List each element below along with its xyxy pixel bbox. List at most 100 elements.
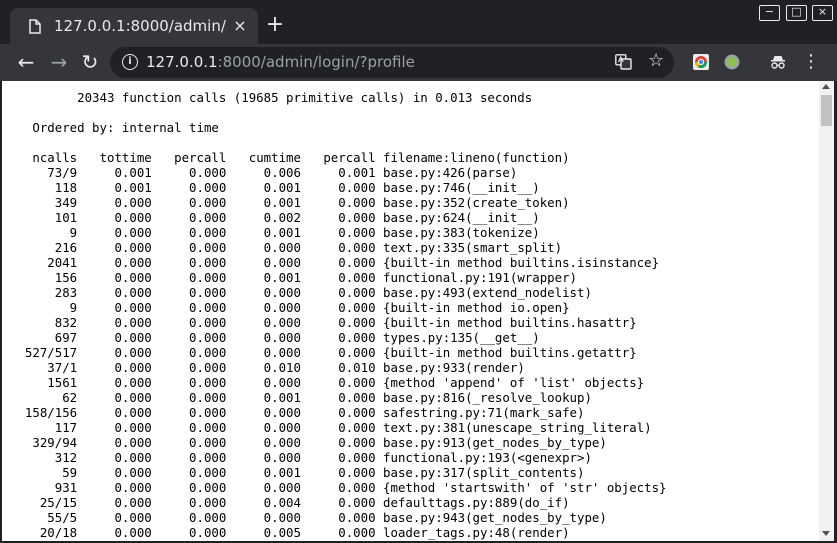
profile-cell: 349: [10, 195, 78, 210]
profile-cell: 0.000: [300, 465, 376, 480]
profile-cell: 0.000: [77, 510, 152, 525]
profile-cell: 0.001: [226, 390, 301, 405]
profile-cell: 0.000: [77, 345, 152, 360]
profile-row: 283 0.000 0.000 0.000 0.000 base.py:493(…: [10, 285, 592, 300]
profile-cell: base.py:317(split_contents): [375, 465, 585, 480]
profile-cell: base.py:943(get_nodes_by_type): [375, 510, 607, 525]
bookmark-star-icon[interactable]: ☆: [648, 50, 664, 72]
profile-cell: 101: [10, 210, 78, 225]
profile-cell: 9: [10, 225, 78, 240]
profile-cell: 0.000: [300, 525, 376, 540]
profile-cell: 0.000: [300, 390, 376, 405]
profile-output: 20343 function calls (19685 primitive ca…: [10, 90, 667, 540]
profile-cell: 0.000: [300, 330, 376, 345]
profile-row: 62 0.000 0.000 0.001 0.000 base.py:816(_…: [10, 390, 592, 405]
profile-cell: base.py:913(get_nodes_by_type): [375, 435, 607, 450]
profile-cell: 0.000: [77, 315, 152, 330]
profile-cell: 0.000: [77, 195, 152, 210]
back-button[interactable]: ←: [14, 50, 38, 74]
scrollbar-thumb[interactable]: [821, 95, 832, 126]
profile-cell: 0.000: [77, 360, 152, 375]
profile-row: 216 0.000 0.000 0.000 0.000 text.py:335(…: [10, 240, 562, 255]
profile-cell: base.py:426(parse): [375, 165, 518, 180]
profile-row: 1561 0.000 0.000 0.000 0.000 {method 'ap…: [10, 375, 644, 390]
toolbar: ← → ↻ i 127.0.0.1:8000/admin/login/?prof…: [0, 44, 837, 81]
profile-cell: 0.000: [151, 465, 227, 480]
profile-cell: 0.000: [151, 390, 227, 405]
address-bar[interactable]: i 127.0.0.1:8000/admin/login/?profile ☆: [110, 47, 674, 78]
scroll-down-arrow-icon[interactable]: [822, 531, 830, 536]
profile-cell: 0.000: [151, 525, 227, 540]
profile-cell: 0.000: [151, 240, 227, 255]
profile-cell: 0.000: [300, 240, 376, 255]
profile-cell: 832: [10, 315, 78, 330]
profile-circle-icon[interactable]: [724, 54, 740, 70]
translate-icon[interactable]: [615, 54, 632, 70]
profile-cell: 0.000: [226, 345, 301, 360]
forward-button[interactable]: →: [47, 50, 71, 74]
profile-cell: text.py:335(smart_split): [375, 240, 563, 255]
page-content: 20343 function calls (19685 primitive ca…: [2, 81, 834, 541]
column-header: cumtime: [226, 150, 301, 165]
profile-cell: 0.000: [151, 300, 227, 315]
profile-row: 37/1 0.000 0.000 0.010 0.010 base.py:933…: [10, 360, 524, 375]
menu-button[interactable]: ⋮: [799, 50, 823, 74]
profile-cell: 0.000: [77, 450, 152, 465]
browser-window: 127.0.0.1:8000/admin/log × + − □ × ← → ↻…: [0, 0, 837, 543]
profile-cell: 0.000: [151, 480, 227, 495]
minimize-button[interactable]: −: [759, 5, 780, 21]
profile-cell: 59: [10, 465, 78, 480]
profile-cell: {built-in method io.open}: [375, 300, 570, 315]
profile-cell: base.py:816(_resolve_lookup): [375, 390, 592, 405]
tab-close-icon[interactable]: ×: [232, 18, 248, 34]
profile-cell: 0.000: [151, 405, 227, 420]
url-text[interactable]: 127.0.0.1:8000/admin/login/?profile: [146, 53, 415, 71]
profile-cell: 0.000: [300, 420, 376, 435]
tab-strip: 127.0.0.1:8000/admin/log × + − □ ×: [0, 0, 837, 44]
profile-row: 158/156 0.000 0.000 0.000 0.000 safestri…: [10, 405, 585, 420]
chrome-extension-icon[interactable]: [693, 54, 709, 70]
spy-extension-icon[interactable]: [770, 54, 786, 70]
profile-cell: 0.010: [226, 360, 301, 375]
new-tab-button[interactable]: +: [264, 14, 286, 36]
profile-cell: 0.000: [300, 435, 376, 450]
profile-cell: base.py:624(__init__): [375, 210, 540, 225]
profile-cell: loader_tags.py:48(render): [375, 525, 570, 540]
profile-row: 931 0.000 0.000 0.000 0.000 {method 'sta…: [10, 480, 667, 495]
column-header: percall: [300, 150, 376, 165]
column-header: filename:lineno(function): [375, 150, 570, 165]
profile-cell: 0.000: [300, 195, 376, 210]
profile-row: 55/5 0.000 0.000 0.000 0.000 base.py:943…: [10, 510, 607, 525]
profile-cell: 0.001: [226, 465, 301, 480]
vertical-scrollbar[interactable]: [819, 81, 834, 541]
profile-cell: 0.000: [300, 180, 376, 195]
profile-cell: 0.000: [151, 270, 227, 285]
reload-button[interactable]: ↻: [78, 50, 102, 74]
profile-cell: 0.000: [151, 495, 227, 510]
profile-row: 73/9 0.001 0.000 0.006 0.001 base.py:426…: [10, 165, 517, 180]
profile-ordered-by: Ordered by: internal time: [10, 120, 219, 135]
profile-cell: 25/15: [10, 495, 78, 510]
maximize-button[interactable]: □: [786, 5, 807, 21]
profile-cell: 0.000: [226, 300, 301, 315]
profile-cell: 0.000: [151, 225, 227, 240]
profile-cell: 0.000: [151, 165, 227, 180]
profile-cell: 0.000: [151, 420, 227, 435]
close-window-button[interactable]: ×: [812, 5, 833, 21]
profile-cell: 216: [10, 240, 78, 255]
profile-cell: 0.000: [77, 270, 152, 285]
profile-cell: 55/5: [10, 510, 78, 525]
profile-cell: 0.000: [77, 285, 152, 300]
url-path: :8000/admin/login/?profile: [217, 53, 415, 71]
profile-cell: defaulttags.py:889(do_if): [375, 495, 570, 510]
scroll-up-arrow-icon[interactable]: [822, 84, 830, 89]
column-header: ncalls: [10, 150, 78, 165]
profile-cell: 0.000: [226, 285, 301, 300]
profile-cell: 0.000: [77, 210, 152, 225]
profile-row: 9 0.000 0.000 0.001 0.000 base.py:383(to…: [10, 225, 540, 240]
site-info-icon[interactable]: i: [122, 54, 138, 70]
profile-cell: 0.000: [300, 345, 376, 360]
tab-profile[interactable]: 127.0.0.1:8000/admin/log ×: [10, 8, 258, 44]
profile-cell: 0.000: [300, 375, 376, 390]
profile-cell: base.py:383(tokenize): [375, 225, 540, 240]
